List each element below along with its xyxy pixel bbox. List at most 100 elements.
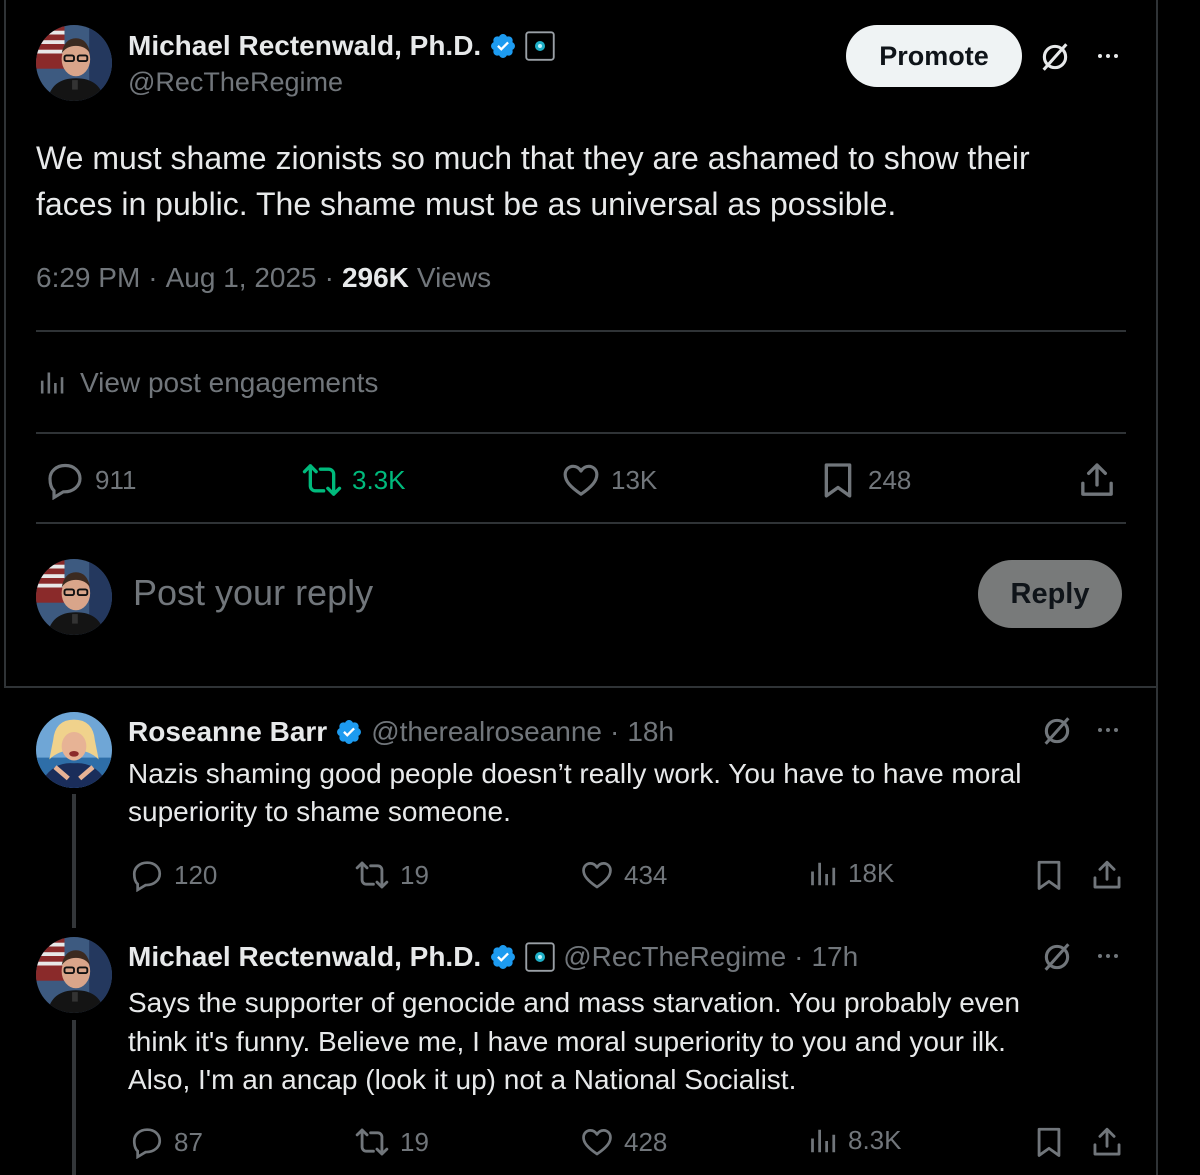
reply-icon (130, 1125, 164, 1159)
views-label: Views (416, 262, 492, 293)
post-time[interactable]: 6:29 PM (36, 262, 140, 294)
reply-count: 911 (95, 464, 137, 495)
views-action[interactable]: 18K (808, 858, 894, 889)
reply-author-avatar[interactable] (36, 937, 112, 1013)
divider (36, 330, 1126, 332)
grok-icon[interactable] (1040, 714, 1074, 748)
grok-icon[interactable] (1040, 940, 1074, 974)
repost-icon (354, 858, 390, 892)
reply-action[interactable]: 120 (130, 858, 217, 892)
reply-header: Roseanne Barr @therealroseanne · 18h (128, 713, 674, 751)
dot-separator: · (794, 941, 804, 972)
bookmark-count: 248 (868, 464, 912, 495)
reply-age[interactable]: 17h (811, 941, 858, 973)
views-action[interactable]: 8.3K (808, 1125, 902, 1156)
author-name[interactable]: Michael Rectenwald, Ph.D. (128, 30, 481, 62)
reply-text-line: Nazis shaming good people doesn’t really… (128, 758, 1022, 789)
like-action[interactable]: 13K (561, 460, 657, 500)
share-icon[interactable] (1077, 460, 1117, 500)
more-options-icon[interactable] (1094, 44, 1122, 68)
bookmark-icon[interactable] (1032, 858, 1066, 892)
affiliation-badge-icon[interactable] (525, 942, 555, 972)
reply-icon (45, 460, 85, 500)
views-icon (808, 1126, 838, 1156)
bookmark-icon[interactable] (1032, 1125, 1066, 1159)
repost-action[interactable]: 3.3K (302, 460, 406, 500)
share-icon[interactable] (1090, 858, 1124, 892)
divider (36, 432, 1126, 434)
repost-count: 19 (400, 1126, 429, 1157)
dot-separator: · (148, 262, 158, 293)
views-icon (808, 859, 838, 889)
reply-age[interactable]: 18h (627, 716, 674, 748)
like-count: 13K (611, 464, 658, 495)
heart-icon (561, 460, 601, 500)
post-text-line: We must shame zionists so much that they… (36, 140, 1030, 176)
reply-author-handle[interactable]: @RecTheRegime (563, 941, 786, 973)
reply-count: 87 (174, 1126, 203, 1157)
reply-text-line: Also, I'm an ancap (look it up) not a Na… (128, 1064, 797, 1095)
reply-count: 120 (174, 859, 218, 890)
bookmark-icon (818, 460, 858, 500)
reply-text: Says the supporter of genocide and mass … (128, 984, 1020, 1100)
reply-header: Michael Rectenwald, Ph.D. @RecTheRegime … (128, 938, 858, 976)
reply-action[interactable]: 87 (130, 1125, 203, 1159)
views-count: 8.3K (848, 1125, 902, 1155)
reply-text-line: superiority to shame someone. (128, 796, 511, 827)
repost-action[interactable]: 19 (354, 858, 429, 892)
view-engagements-link[interactable]: View post engagements (38, 364, 378, 402)
reply-icon (130, 858, 164, 892)
affiliation-badge-icon[interactable] (525, 31, 555, 61)
more-options-icon[interactable] (1094, 718, 1122, 742)
grok-icon[interactable] (1038, 40, 1072, 74)
post-metadata: 6:29 PM · Aug 1, 2025 · 296K Views (36, 260, 491, 296)
repost-count: 3.3K (352, 464, 406, 495)
reply-input[interactable]: Post your reply (133, 572, 373, 614)
repost-action[interactable]: 19 (354, 1125, 429, 1159)
thread-line (72, 794, 76, 928)
author-avatar[interactable] (36, 25, 112, 101)
current-user-avatar[interactable] (36, 559, 112, 635)
reply-author-avatar[interactable] (36, 712, 112, 788)
analytics-icon (38, 369, 66, 397)
bookmark-action[interactable]: 248 (818, 460, 911, 500)
dot-separator: · (324, 262, 334, 293)
thread-line (72, 1020, 76, 1175)
like-action[interactable]: 428 (580, 1125, 667, 1159)
verified-badge-icon[interactable] (489, 943, 517, 971)
reply-text-line: Says the supporter of genocide and mass … (128, 987, 1020, 1018)
view-engagements-label: View post engagements (80, 367, 379, 398)
views-count: 18K (848, 858, 895, 888)
repost-icon (302, 460, 342, 500)
reply-author-handle[interactable]: @therealroseanne (371, 716, 602, 748)
views-count: 296K (341, 262, 409, 293)
post-text-line: faces in public. The shame must be as un… (36, 186, 897, 222)
reply-author-name[interactable]: Roseanne Barr (128, 716, 327, 748)
heart-icon (580, 1125, 614, 1159)
repost-count: 19 (400, 859, 429, 890)
author-handle[interactable]: @RecTheRegime (128, 67, 343, 98)
divider (36, 522, 1126, 524)
reply-text-line: think it's funny. Believe me, I have mor… (128, 1025, 1006, 1057)
reply-button[interactable]: Reply (978, 560, 1122, 628)
dot-separator: · (609, 716, 620, 747)
heart-icon (580, 858, 614, 892)
promote-button[interactable]: Promote (846, 25, 1022, 87)
like-count: 434 (624, 859, 668, 890)
like-action[interactable]: 434 (580, 858, 667, 892)
right-frame-border (1156, 0, 1158, 1175)
post-date[interactable]: Aug 1, 2025 (166, 262, 317, 294)
more-options-icon[interactable] (1094, 944, 1122, 968)
divider (4, 686, 1158, 688)
reply-text: Nazis shaming good people doesn’t really… (128, 755, 1021, 831)
repost-icon (354, 1125, 390, 1159)
verified-badge-icon[interactable] (489, 32, 517, 60)
verified-badge-icon[interactable] (335, 718, 363, 746)
author-name-row: Michael Rectenwald, Ph.D. (128, 27, 555, 65)
share-icon[interactable] (1090, 1125, 1124, 1159)
reply-author-name[interactable]: Michael Rectenwald, Ph.D. (128, 941, 481, 973)
reply-action[interactable]: 911 (45, 460, 136, 500)
post-text: We must shame zionists so much that they… (36, 135, 1030, 227)
like-count: 428 (624, 1126, 668, 1157)
left-frame-border (4, 0, 6, 688)
